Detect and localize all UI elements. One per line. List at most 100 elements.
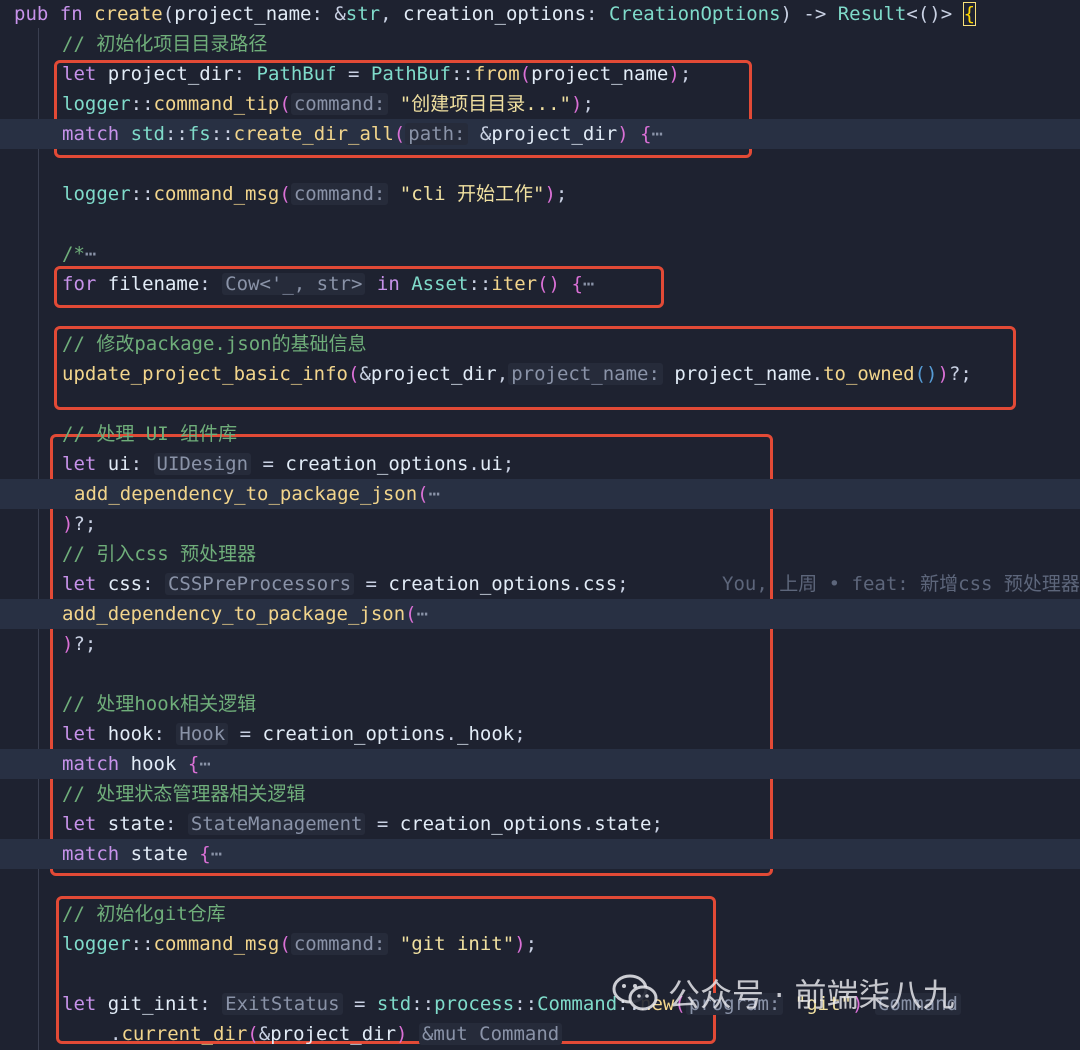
code-token: css [582, 573, 618, 595]
code-line[interactable]: add_dependency_to_package_json(⋯ [0, 479, 1080, 509]
code-text: let hook: Hook = creation_options._hook; [62, 719, 526, 749]
code-token: update_project_basic_info [62, 363, 348, 385]
code-token: process [434, 993, 515, 1015]
code-token: :: [130, 183, 154, 205]
code-line[interactable]: // 初始化git仓库 [0, 899, 1080, 929]
code-text: )?; [62, 629, 96, 659]
code-editor[interactable]: pub fn create(project_name: &str, creati… [0, 0, 1080, 1050]
code-token: ( [417, 483, 429, 505]
code-token: project_name [531, 63, 669, 85]
code-token: from [473, 63, 520, 85]
code-line[interactable]: logger::command_tip(command: "创建项目目录..."… [0, 89, 1080, 119]
fold-ellipsis[interactable]: ⋯ [652, 123, 663, 145]
code-line[interactable] [0, 209, 1080, 239]
code-text: // 处理 UI 组件库 [62, 419, 237, 449]
code-line[interactable] [0, 299, 1080, 329]
code-line[interactable]: let project_dir: PathBuf = PathBuf::from… [0, 59, 1080, 89]
code-line[interactable] [0, 389, 1080, 419]
fold-ellipsis[interactable]: ⋯ [85, 243, 96, 265]
code-line[interactable]: let css: CSSPreProcessors = creation_opt… [0, 569, 1080, 599]
code-line[interactable]: /*⋯ [0, 239, 1080, 269]
code-token: ( [279, 933, 291, 955]
code-line[interactable]: logger::command_msg(command: "cli 开始工作")… [0, 179, 1080, 209]
code-token: filename [107, 273, 200, 295]
code-text: let state: StateManagement = creation_op… [62, 809, 663, 839]
code-token: = [228, 723, 263, 745]
code-line[interactable]: let state: StateManagement = creation_op… [0, 809, 1080, 839]
code-line[interactable]: update_project_basic_info(&project_dir, p… [0, 359, 1080, 389]
code-token: git_init [107, 993, 200, 1015]
code-token: ( [405, 603, 417, 625]
inlay-hint: CSSPreProcessors [164, 573, 355, 595]
code-line[interactable]: // 处理状态管理器相关逻辑 [0, 779, 1080, 809]
code-token: :: [210, 123, 234, 145]
code-token: = [336, 63, 371, 85]
fold-ellipsis[interactable]: ⋯ [417, 603, 428, 625]
inlay-hint: path: [405, 123, 469, 145]
code-token: ) [571, 93, 583, 115]
code-token: :: [514, 993, 538, 1015]
code-token: state [130, 843, 188, 865]
code-token: Result [837, 3, 907, 25]
code-line[interactable]: // 处理hook相关逻辑 [0, 689, 1080, 719]
code-token: = [365, 813, 400, 835]
code-line[interactable]: )?; [0, 509, 1080, 539]
code-token: creation_options [399, 813, 583, 835]
fold-ellipsis[interactable]: ⋯ [211, 843, 222, 865]
code-token: _hook [457, 723, 515, 745]
code-token: state [107, 813, 165, 835]
code-token: // 处理状态管理器相关逻辑 [62, 783, 306, 805]
code-token: ) [396, 1023, 408, 1045]
code-line[interactable]: logger::command_msg(command: "git init")… [0, 929, 1080, 959]
code-token: ) [937, 363, 949, 385]
code-token: project_dir [107, 63, 234, 85]
code-token: state [594, 813, 652, 835]
code-token: create [94, 3, 163, 25]
code-line[interactable]: add_dependency_to_package_json(⋯ [0, 599, 1080, 629]
code-line[interactable]: // 处理 UI 组件库 [0, 419, 1080, 449]
code-token: creation_options [388, 573, 572, 595]
code-line[interactable]: for filename: Cow<'_, str> in Asset::ite… [0, 269, 1080, 299]
code-token: css [107, 573, 143, 595]
code-line[interactable]: .current_dir(&project_dir) &mut Command [0, 1019, 1080, 1049]
code-line[interactable]: match state {⋯ [0, 839, 1080, 869]
code-token: iter [491, 273, 538, 295]
code-token: ; [555, 183, 568, 205]
inlay-hint: ExitStatus [222, 993, 343, 1015]
code-line[interactable]: match std::fs::create_dir_all(path: &pro… [0, 119, 1080, 149]
code-token: current_dir [121, 1023, 248, 1045]
fold-ellipsis[interactable]: ⋯ [583, 273, 594, 295]
code-line[interactable]: let hook: Hook = creation_options._hook; [0, 719, 1080, 749]
code-line[interactable]: // 修改package.json的基础信息 [0, 329, 1080, 359]
code-token: :: [411, 993, 435, 1015]
code-line[interactable] [0, 869, 1080, 899]
code-line[interactable] [0, 149, 1080, 179]
code-text: let ui: UIDesign = creation_options.ui; [62, 449, 514, 479]
code-line[interactable]: pub fn create(project_name: &str, creati… [0, 0, 1080, 29]
code-token: { [962, 2, 977, 26]
code-line[interactable]: match hook {⋯ [0, 749, 1080, 779]
code-line[interactable]: // 初始化项目目录路径 [0, 29, 1080, 59]
fold-ellipsis[interactable]: ⋯ [429, 483, 440, 505]
code-token: . [445, 723, 457, 745]
code-token: ) [668, 63, 680, 85]
code-line[interactable]: )?; [0, 629, 1080, 659]
code-token: ui [479, 453, 503, 475]
code-text: update_project_basic_info(&project_dir, p… [62, 359, 972, 389]
code-line[interactable]: // 引入css 预处理器 [0, 539, 1080, 569]
code-token: project_name [174, 3, 312, 25]
code-line[interactable]: let ui: UIDesign = creation_options.ui; [0, 449, 1080, 479]
code-token: ( [279, 93, 291, 115]
code-token: : & [311, 3, 346, 25]
code-line[interactable] [0, 659, 1080, 689]
inlay-hint: &mut Command [418, 1023, 563, 1045]
code-token: creation_options [403, 3, 587, 25]
code-token: hook [130, 753, 177, 775]
code-token: let [62, 993, 108, 1015]
code-token: in [376, 273, 412, 295]
code-token: PathBuf [370, 63, 451, 85]
fold-ellipsis[interactable]: ⋯ [199, 753, 210, 775]
code-token: :: [130, 933, 154, 955]
